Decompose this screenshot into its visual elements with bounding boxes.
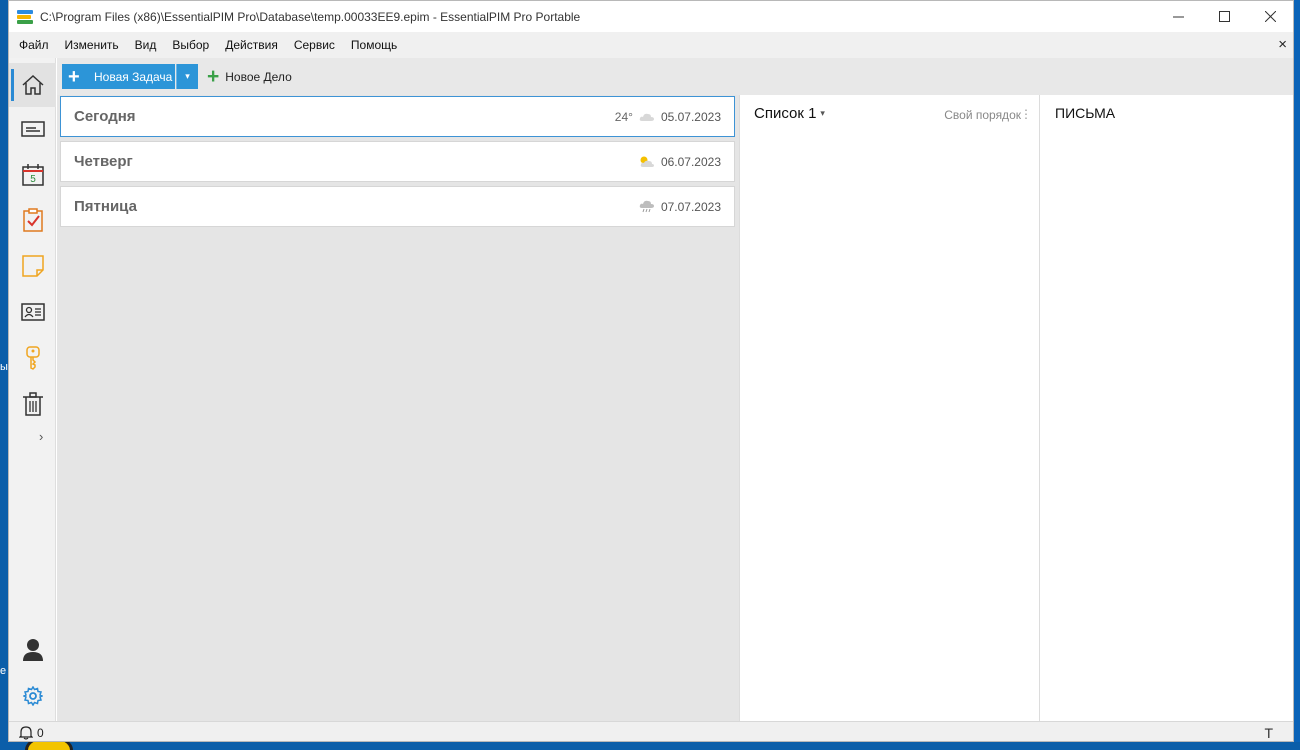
close-tab-button[interactable]: × bbox=[1278, 37, 1287, 53]
user-icon bbox=[22, 639, 43, 661]
day-info: 07.07.2023 bbox=[639, 187, 721, 226]
window-controls bbox=[1155, 1, 1293, 32]
sidebar-item-calendar[interactable]: 5 bbox=[9, 153, 56, 197]
sidebar-item-contacts[interactable] bbox=[9, 290, 56, 334]
chevron-down-icon: ▾ bbox=[185, 71, 190, 81]
sidebar-expand-icon[interactable]: › bbox=[39, 429, 43, 444]
contacts-icon bbox=[20, 303, 45, 321]
mail-panel: ПИСЬМА bbox=[1040, 95, 1293, 721]
key-icon bbox=[25, 346, 40, 370]
minimize-button[interactable] bbox=[1155, 1, 1201, 32]
close-button[interactable] bbox=[1247, 1, 1293, 32]
window-title: C:\Program Files (x86)\EssentialPIM Pro\… bbox=[40, 9, 581, 24]
menu-bar: Файл Изменить Вид Выбор Действия Сервис … bbox=[9, 32, 1293, 58]
home-icon bbox=[21, 74, 44, 95]
toolbar: + Новая Задача ▾ + Новое Дело bbox=[57, 58, 1293, 95]
mail-icon bbox=[20, 121, 45, 137]
day-date: 07.07.2023 bbox=[660, 199, 721, 214]
menu-file[interactable]: Файл bbox=[9, 32, 57, 58]
rain-icon bbox=[639, 200, 654, 213]
desktop-background-bottom bbox=[0, 742, 1300, 750]
calendar-icon: 5 bbox=[21, 164, 44, 186]
sidebar-item-mail[interactable] bbox=[9, 107, 56, 151]
notification-count: 0 bbox=[37, 725, 44, 740]
sidebar-item-trash[interactable] bbox=[9, 382, 56, 426]
app-window: C:\Program Files (x86)\EssentialPIM Pro\… bbox=[8, 0, 1294, 742]
new-task-label: Новая Задача bbox=[94, 69, 173, 84]
list-selector[interactable]: Список 1 ▾ bbox=[754, 105, 825, 122]
menu-view[interactable]: Вид bbox=[127, 32, 165, 58]
menu-service[interactable]: Сервис bbox=[286, 32, 343, 58]
sort-order-button[interactable]: Свой порядок bbox=[944, 108, 1021, 122]
menu-select[interactable]: Выбор bbox=[164, 32, 217, 58]
day-date: 06.07.2023 bbox=[660, 154, 721, 169]
minimize-icon bbox=[1172, 16, 1184, 18]
sidebar-item-settings[interactable] bbox=[9, 674, 56, 718]
tasks-icon bbox=[22, 208, 43, 232]
list-title: Список 1 bbox=[754, 105, 817, 122]
notifications-button[interactable]: 0 bbox=[19, 725, 44, 740]
sidebar-item-home[interactable] bbox=[9, 63, 56, 107]
text-format-icon[interactable]: T bbox=[1264, 725, 1273, 741]
new-task-dropdown-button[interactable]: ▾ bbox=[176, 64, 198, 89]
menu-edit[interactable]: Изменить bbox=[57, 32, 127, 58]
bell-icon bbox=[19, 726, 33, 740]
maximize-button[interactable] bbox=[1201, 1, 1247, 32]
calendar-day-number: 5 bbox=[30, 174, 36, 185]
day-info: 24° 05.07.2023 bbox=[615, 97, 721, 136]
list-panel: Список 1 ▾ Свой порядок ⋮ bbox=[739, 95, 1040, 721]
cloud-icon bbox=[639, 113, 654, 121]
day-card-thursday[interactable]: Четверг 06.07.2023 bbox=[60, 141, 735, 182]
days-panel: Сегодня 24° 05.07.2023 Четверг 06.07.202… bbox=[57, 95, 739, 721]
sidebar-item-passwords[interactable] bbox=[9, 336, 56, 380]
plus-icon: + bbox=[68, 65, 80, 88]
sidebar-item-user[interactable] bbox=[9, 628, 56, 672]
partly-sunny-icon bbox=[640, 156, 654, 167]
new-task-button[interactable]: + Новая Задача bbox=[62, 64, 175, 89]
notes-icon bbox=[21, 255, 44, 277]
day-info: 06.07.2023 bbox=[639, 142, 721, 181]
day-name: Пятница bbox=[74, 198, 137, 215]
close-icon bbox=[1264, 11, 1276, 22]
mail-title: ПИСЬМА bbox=[1055, 105, 1116, 121]
chevron-down-icon: ▾ bbox=[820, 108, 825, 118]
plus-icon: + bbox=[207, 64, 220, 88]
day-name: Четверг bbox=[74, 153, 133, 170]
maximize-icon bbox=[1218, 11, 1230, 22]
new-item-label: Новое Дело bbox=[225, 69, 292, 84]
settings-icon bbox=[22, 686, 43, 706]
new-item-button[interactable]: + Новое Дело bbox=[207, 64, 292, 89]
status-bar: 0 T bbox=[9, 721, 1293, 741]
more-options-icon[interactable]: ⋮ bbox=[1020, 107, 1032, 121]
desktop-background bbox=[0, 0, 8, 750]
desktop-text-fragment: e bbox=[0, 665, 7, 677]
day-date: 05.07.2023 bbox=[660, 109, 721, 124]
day-name: Сегодня bbox=[74, 108, 136, 125]
title-bar: C:\Program Files (x86)\EssentialPIM Pro\… bbox=[9, 1, 1293, 32]
temperature: 24° bbox=[614, 109, 633, 124]
desktop-text-fragment: ы bbox=[0, 361, 8, 373]
sidebar-item-notes[interactable] bbox=[9, 244, 56, 288]
menu-actions[interactable]: Действия bbox=[217, 32, 286, 58]
trash-icon bbox=[22, 392, 43, 416]
sidebar-item-tasks[interactable] bbox=[9, 198, 56, 242]
left-sidebar: 5 › bbox=[9, 58, 56, 721]
app-logo-icon bbox=[17, 9, 33, 24]
menu-help[interactable]: Помощь bbox=[343, 32, 405, 58]
day-card-today[interactable]: Сегодня 24° 05.07.2023 bbox=[60, 96, 735, 137]
day-card-friday[interactable]: Пятница 07.07.2023 bbox=[60, 186, 735, 227]
